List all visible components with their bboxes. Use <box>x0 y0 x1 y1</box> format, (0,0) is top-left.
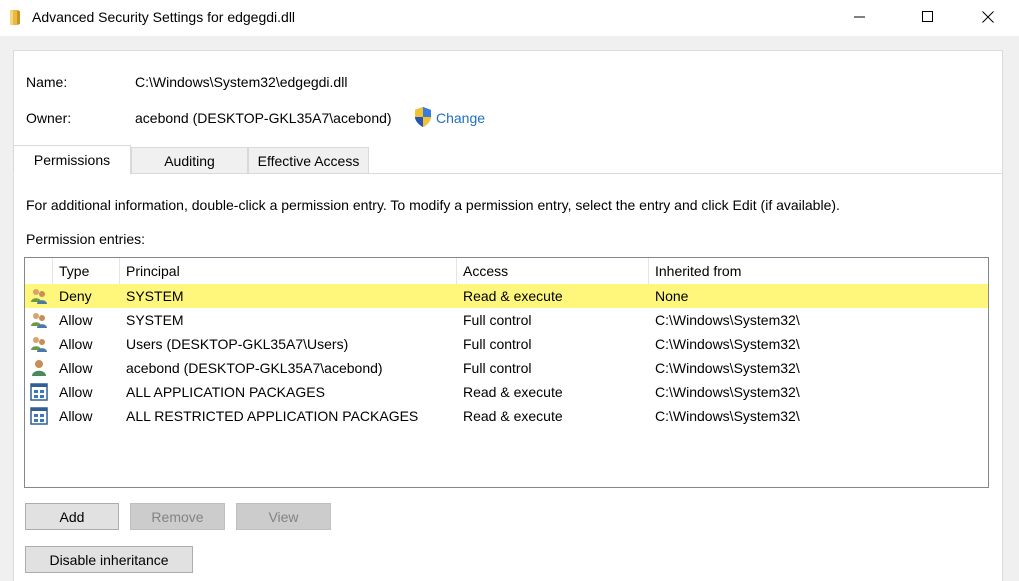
column-header-principal[interactable]: Principal <box>120 258 457 284</box>
column-header-inherited-from[interactable]: Inherited from <box>649 258 988 284</box>
table-row[interactable]: Deny SYSTEM Read & execute None <box>25 284 988 308</box>
row-principal: ALL APPLICATION PACKAGES <box>126 384 325 400</box>
permission-entries-list[interactable]: Type Principal Access Inherited from Den… <box>24 257 989 488</box>
maximize-button[interactable] <box>905 0 951 34</box>
column-header-type[interactable]: Type <box>53 258 120 284</box>
row-access: Full control <box>463 336 532 352</box>
info-text: For additional information, double-click… <box>26 197 840 213</box>
row-access: Read & execute <box>463 288 563 304</box>
row-access: Full control <box>463 312 532 328</box>
list-header: Type Principal Access Inherited from <box>25 258 988 284</box>
single-user-icon <box>32 360 46 376</box>
group-users-icon <box>31 313 47 328</box>
row-principal: SYSTEM <box>126 288 184 304</box>
name-value: C:\Windows\System32\edgegdi.dll <box>135 74 348 90</box>
row-access: Read & execute <box>463 408 563 424</box>
disable-inheritance-button[interactable]: Disable inheritance <box>25 546 193 573</box>
tab-auditing-label: Auditing <box>164 152 215 169</box>
row-type: Allow <box>59 360 93 376</box>
row-access: Full control <box>463 360 532 376</box>
app-package-icon <box>30 383 48 401</box>
table-row[interactable]: Allow ALL APPLICATION PACKAGES Read & ex… <box>25 380 988 404</box>
group-users-icon <box>31 337 47 352</box>
minimize-button[interactable] <box>837 0 883 34</box>
row-type: Allow <box>59 408 93 424</box>
add-button[interactable]: Add <box>25 503 119 530</box>
row-inherited-from: C:\Windows\System32\ <box>655 360 800 376</box>
column-header-access[interactable]: Access <box>457 258 649 284</box>
column-header-icon[interactable] <box>25 258 53 284</box>
tab-auditing[interactable]: Auditing <box>131 147 248 174</box>
row-type: Allow <box>59 384 93 400</box>
close-button[interactable] <box>965 0 1011 34</box>
name-label: Name: <box>26 74 68 90</box>
tab-effective-access[interactable]: Effective Access <box>248 147 369 174</box>
remove-button[interactable]: Remove <box>130 503 225 530</box>
row-inherited-from: C:\Windows\System32\ <box>655 384 800 400</box>
row-principal: acebond (DESKTOP-GKL35A7\acebond) <box>126 360 383 376</box>
uac-shield-icon[interactable] <box>414 107 432 127</box>
table-row[interactable]: Allow acebond (DESKTOP-GKL35A7\acebond) … <box>25 356 988 380</box>
tab-permissions-label: Permissions <box>33 152 111 168</box>
row-principal: Users (DESKTOP-GKL35A7\Users) <box>126 336 349 352</box>
table-row[interactable]: Allow Users (DESKTOP-GKL35A7\Users) Full… <box>25 332 988 356</box>
row-access: Read & execute <box>463 384 563 400</box>
app-package-icon <box>30 407 48 425</box>
row-principal: ALL RESTRICTED APPLICATION PACKAGES <box>126 408 419 424</box>
title-bar: Advanced Security Settings for edgegdi.d… <box>0 0 1019 36</box>
change-owner-link[interactable]: Change <box>436 110 485 126</box>
maximize-icon <box>922 11 933 22</box>
row-inherited-from: C:\Windows\System32\ <box>655 312 800 328</box>
row-principal: SYSTEM <box>126 312 184 328</box>
tab-permissions[interactable]: Permissions <box>13 145 131 175</box>
permission-entries-label: Permission entries: <box>26 231 146 247</box>
owner-label: Owner: <box>26 110 72 126</box>
close-icon <box>982 11 994 23</box>
owner-value: acebond (DESKTOP-GKL35A7\acebond) <box>135 110 392 126</box>
row-type: Deny <box>59 288 92 304</box>
table-row[interactable]: Allow ALL RESTRICTED APPLICATION PACKAGE… <box>25 404 988 428</box>
minimize-icon <box>854 16 865 18</box>
tab-effective-access-label: Effective Access <box>257 152 360 169</box>
table-row[interactable]: Allow SYSTEM Full control C:\Windows\Sys… <box>25 308 988 332</box>
row-inherited-from: C:\Windows\System32\ <box>655 336 800 352</box>
window-title: Advanced Security Settings for edgegdi.d… <box>32 9 296 25</box>
view-button[interactable]: View <box>236 503 331 530</box>
group-users-icon <box>31 289 47 304</box>
row-type: Allow <box>59 336 93 352</box>
row-inherited-from: None <box>655 288 689 304</box>
row-type: Allow <box>59 312 93 328</box>
folder-icon <box>10 10 20 25</box>
row-inherited-from: C:\Windows\System32\ <box>655 408 800 424</box>
